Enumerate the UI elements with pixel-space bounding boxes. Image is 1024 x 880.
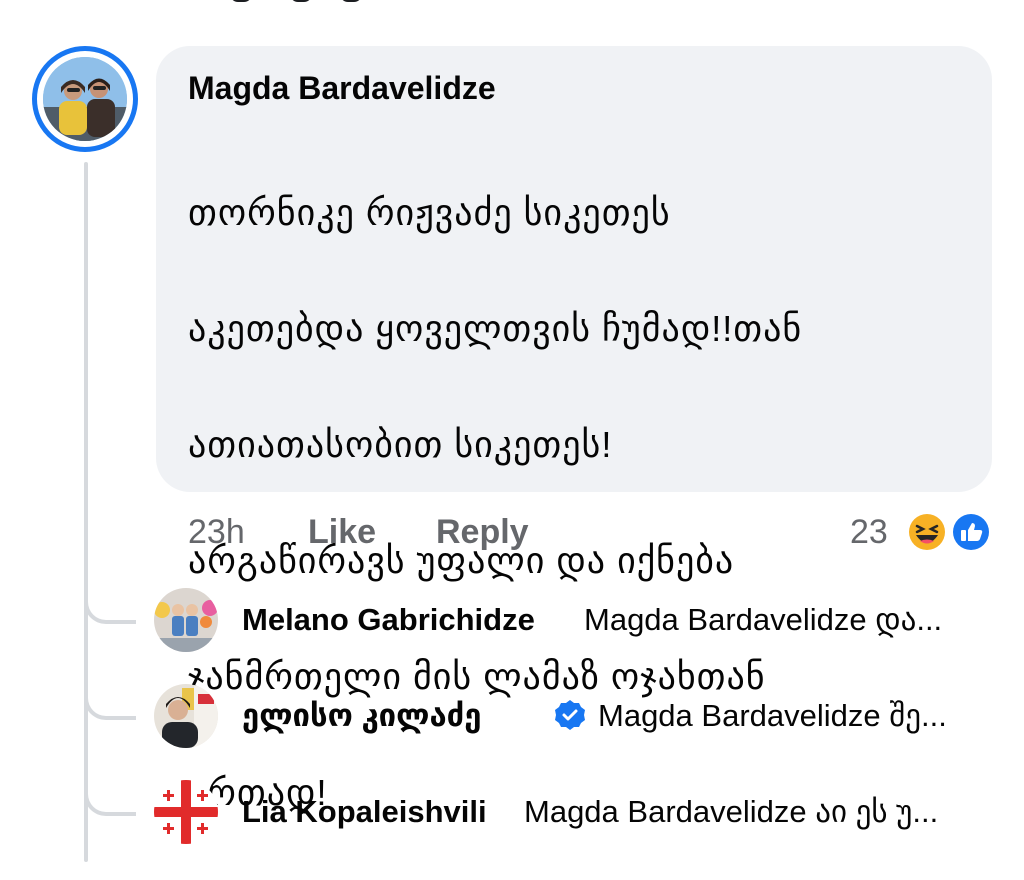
haha-emoji-icon[interactable] (906, 511, 948, 553)
reply-snippet: Magda Bardavelidze შე... (598, 698, 947, 733)
reply-snippet: Magda Bardavelidze აი ეს უ... (524, 794, 939, 829)
reply-author-name[interactable]: Lia Kopaleishvili (242, 792, 487, 832)
reply-item[interactable]: Melano Gabrichidze Magda Bardavelidze და… (154, 588, 1014, 654)
reaction-count[interactable]: 23 (850, 510, 888, 554)
comment-line: ათიათასობით სიკეთეს! (188, 424, 613, 465)
thread-branch (84, 586, 136, 624)
clipped-previous-text (230, 0, 370, 8)
thread-branch (84, 778, 136, 816)
reply-button[interactable]: Reply (436, 510, 529, 554)
reply-avatar[interactable] (154, 588, 218, 652)
reply-avatar[interactable] (154, 684, 218, 748)
thread-line (84, 162, 88, 862)
reply-snippet: Magda Bardavelidze და... (584, 602, 943, 637)
avatar-photo (43, 57, 127, 141)
reply-item[interactable]: Lia Kopaleishvili Magda Bardavelidze აი … (154, 780, 1014, 846)
reply-author-name[interactable]: Melano Gabrichidze (242, 600, 535, 640)
georgian-flag-avatar (154, 780, 218, 844)
comment-line: თორნიკე რიჟვაძე სიკეთეს (188, 192, 671, 233)
comment-timestamp[interactable]: 23h (188, 510, 245, 554)
verified-badge-icon (555, 700, 585, 730)
reply-avatar-photo (154, 684, 218, 748)
comment-author-avatar[interactable] (32, 46, 138, 152)
comment-author-name[interactable]: Magda Bardavelidze (188, 68, 496, 108)
like-thumb-icon[interactable] (950, 511, 992, 553)
like-button[interactable]: Like (308, 510, 376, 554)
comment-text: თორნიკე რიჟვაძე სიკეთეს აკეთებდა ყოველთვ… (188, 126, 968, 880)
reply-item[interactable]: ელისო კილაძე Magda Bardavelidze შე... (154, 684, 1014, 750)
comment-line: აკეთებდა ყოველთვის ჩუმად!!თან (188, 308, 803, 349)
reply-avatar-photo (154, 588, 218, 652)
thread-branch (84, 682, 136, 720)
reply-avatar[interactable] (154, 780, 218, 844)
reply-author-name[interactable]: ელისო კილაძე (242, 696, 481, 736)
